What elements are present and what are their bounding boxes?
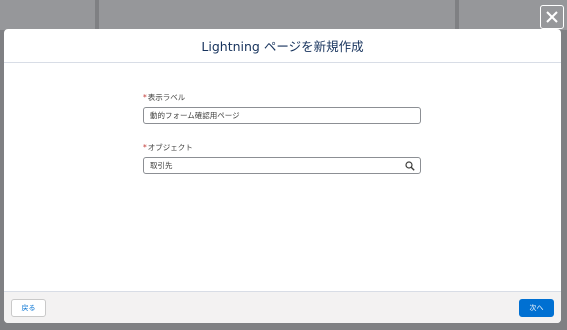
new-lightning-page-modal: Lightning ページを新規作成 *表示ラベル 動的フォーム確認用ページ *… <box>4 29 561 323</box>
object-field-text: オブジェクト <box>147 143 193 152</box>
background-panel-left <box>0 0 95 30</box>
label-input-value: 動的フォーム確認用ページ <box>150 111 240 120</box>
back-button[interactable]: 戻る <box>11 299 46 317</box>
modal-footer: 戻る 次へ <box>4 291 561 323</box>
close-icon <box>546 11 558 23</box>
object-field: *オブジェクト 取引先 <box>143 143 421 174</box>
required-mark: * <box>143 143 147 152</box>
background-panel-center <box>99 0 455 30</box>
label-field-label: *表示ラベル <box>143 93 421 103</box>
search-icon[interactable] <box>405 161 415 171</box>
modal-header: Lightning ページを新規作成 <box>4 29 561 63</box>
modal-title: Lightning ページを新規作成 <box>201 39 364 54</box>
modal-body: *表示ラベル 動的フォーム確認用ページ *オブジェクト 取引先 <box>4 63 561 291</box>
label-field-text: 表示ラベル <box>147 93 186 102</box>
object-input-value: 取引先 <box>150 161 173 170</box>
next-button[interactable]: 次へ <box>519 299 554 317</box>
required-mark: * <box>143 93 147 102</box>
object-input[interactable]: 取引先 <box>143 157 421 174</box>
label-field: *表示ラベル 動的フォーム確認用ページ <box>143 93 421 124</box>
close-button[interactable] <box>540 5 564 29</box>
label-input[interactable]: 動的フォーム確認用ページ <box>143 107 421 124</box>
object-field-label: *オブジェクト <box>143 143 421 153</box>
